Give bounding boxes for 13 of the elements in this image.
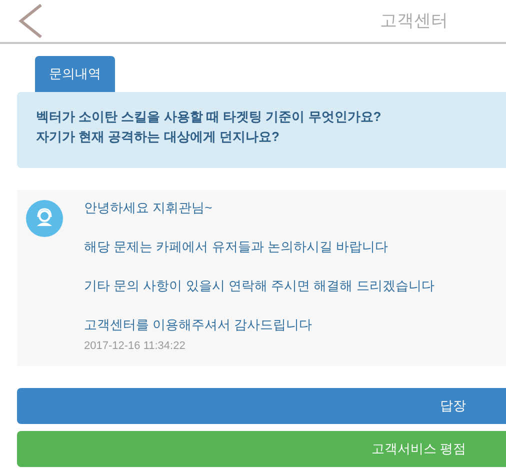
question-text: 벡터가 소이탄 스킬을 사용할 때 타겟팅 기준이 무엇인가요?: [36, 108, 382, 126]
inquiry-history-tab[interactable]: 문의내역: [35, 56, 115, 92]
reply-text: 해당 문제는 카페에서 유저들과 논의하시길 바랍니다: [84, 238, 390, 256]
reply-button[interactable]: 답장: [17, 388, 506, 424]
reply-text: 안녕하세요 지휘관님~: [84, 199, 214, 217]
support-agent-icon: [26, 200, 63, 237]
reply-timestamp: 2017-12-16 11:34:22: [84, 339, 186, 354]
question-text: 자기가 현재 공격하는 대상에게 던지나요?: [36, 128, 280, 146]
page-title: 고객센터: [380, 10, 448, 32]
rate-service-button[interactable]: 고객서비스 평점: [17, 431, 506, 467]
reply-text: 기타 문의 사항이 있을시 연락해 주시면 해결해 드리겠습니다: [84, 277, 434, 295]
reply-text: 고객센터를 이용해주셔서 감사드립니다: [84, 316, 314, 334]
back-icon[interactable]: [18, 3, 44, 39]
